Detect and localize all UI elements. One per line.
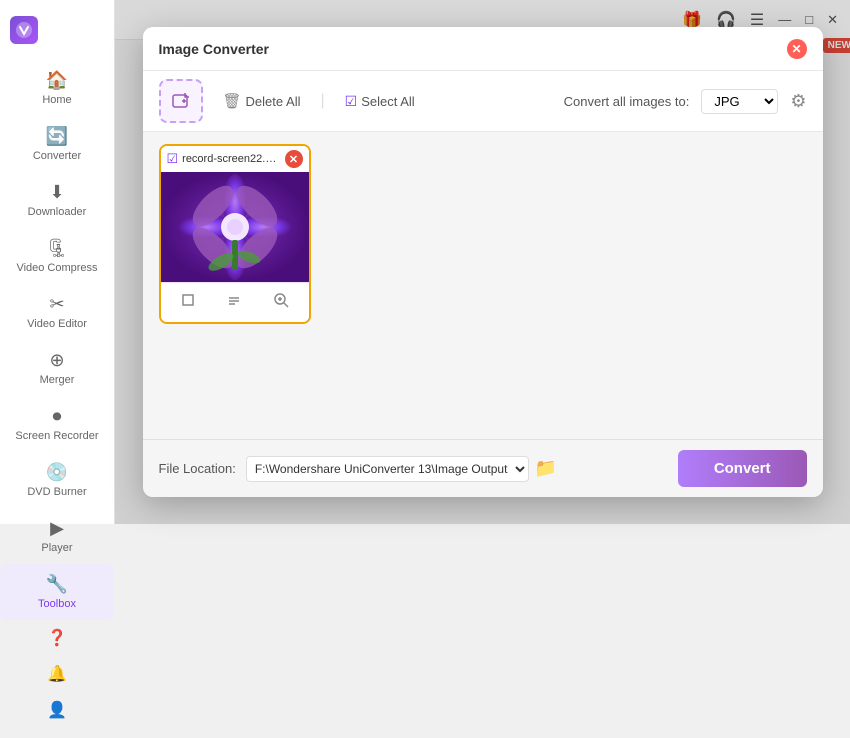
profile-icon: 👤: [47, 700, 67, 720]
sidebar-item-video-compress[interactable]: 🗜 Video Compress: [0, 228, 114, 284]
format-select[interactable]: JPG PNG BMP GIF TIFF WEBP: [701, 89, 778, 114]
zoom-icon: [272, 291, 290, 309]
modal-close-button[interactable]: ✕: [787, 39, 807, 59]
sidebar-item-player[interactable]: ▶ Player: [0, 508, 114, 564]
toolbar-separator: |: [320, 92, 324, 110]
modal-header: Image Converter ✕: [143, 27, 823, 71]
modal-title: Image Converter: [159, 41, 787, 57]
crop-icon: [179, 291, 197, 309]
video-editor-icon: ✂: [49, 294, 64, 315]
screen-recorder-icon: ⏺: [53, 406, 62, 427]
file-card: ☑ record-screen22.heic ✕: [159, 144, 311, 324]
file-thumbnail: [161, 172, 309, 282]
crop-button[interactable]: [173, 289, 203, 316]
sidebar-item-screen-recorder-label: Screen Recorder: [15, 430, 98, 442]
modal-toolbar: 🗑 Delete All | ☑ Select All Convert all …: [143, 71, 823, 132]
converter-icon: 🔄: [46, 126, 68, 147]
convert-button[interactable]: Convert: [678, 450, 807, 487]
dvd-burner-icon: 💿: [46, 462, 68, 483]
sidebar-item-video-compress-label: Video Compress: [16, 262, 97, 274]
home-icon: 🏠: [46, 70, 68, 91]
logo-icon: [10, 16, 38, 44]
sidebar: 🏠 Home 🔄 Converter ⬇ Downloader 🗜 Video …: [0, 0, 115, 524]
modal-overlay: Image Converter ✕ 🗑 Delete All: [115, 0, 850, 524]
sidebar-item-merger[interactable]: ⊕ Merger: [0, 340, 114, 396]
checkbox-icon: ☑: [345, 93, 358, 110]
file-actions: [161, 282, 309, 322]
file-location-label: File Location:: [159, 461, 236, 476]
settings-icon[interactable]: ⚙: [790, 91, 806, 112]
delete-all-button[interactable]: 🗑 Delete All: [215, 88, 309, 114]
sidebar-item-downloader-label: Downloader: [28, 206, 87, 218]
notifications-icon: 🔔: [47, 664, 67, 684]
app-logo: [0, 8, 114, 60]
toolbox-icon: 🔧: [46, 574, 68, 595]
path-container: F:\Wondershare UniConverter 13\Image Out…: [246, 456, 557, 482]
sidebar-item-notifications[interactable]: 🔔: [0, 656, 114, 692]
sidebar-item-toolbox-label: Toolbox: [38, 598, 76, 610]
file-name: record-screen22.heic: [182, 153, 280, 165]
sidebar-item-downloader[interactable]: ⬇ Downloader: [0, 172, 114, 228]
main-area: 🎁 🎧 ☰ — □ ✕ NEW Image Converter ✕: [115, 0, 850, 524]
info-button[interactable]: [219, 289, 249, 316]
merger-icon: ⊕: [49, 350, 64, 371]
folder-icon[interactable]: 📁: [535, 458, 557, 479]
file-card-header: ☑ record-screen22.heic ✕: [161, 146, 309, 172]
modal-body: ☑ record-screen22.heic ✕: [143, 132, 823, 439]
help-icon: ❓: [47, 628, 67, 648]
select-all-label: Select All: [361, 94, 414, 109]
info-icon: [225, 291, 243, 309]
sidebar-item-dvd-burner[interactable]: 💿 DVD Burner: [0, 452, 114, 508]
sidebar-item-video-editor-label: Video Editor: [27, 318, 87, 330]
sidebar-item-home[interactable]: 🏠 Home: [0, 60, 114, 116]
sidebar-item-screen-recorder[interactable]: ⏺ Screen Recorder: [0, 396, 114, 452]
sidebar-item-help[interactable]: ❓: [0, 620, 114, 656]
add-image-button[interactable]: [159, 79, 203, 123]
sidebar-item-player-label: Player: [41, 542, 72, 554]
sidebar-item-toolbox[interactable]: 🔧 Toolbox: [0, 564, 114, 620]
select-all-button[interactable]: ☑ Select All: [337, 89, 423, 114]
zoom-button[interactable]: [266, 289, 296, 316]
add-icon: [171, 91, 191, 111]
sidebar-bottom: ❓ 🔔 👤: [0, 620, 114, 738]
flower-svg: [161, 172, 309, 282]
convert-all-label: Convert all images to:: [564, 94, 690, 109]
sidebar-item-profile[interactable]: 👤: [0, 692, 114, 728]
delete-all-label: Delete All: [246, 94, 301, 109]
video-compress-icon: 🗜: [46, 238, 69, 259]
modal-footer: File Location: F:\Wondershare UniConvert…: [143, 439, 823, 497]
sidebar-item-converter-label: Converter: [33, 150, 81, 162]
delete-icon: 🗑: [223, 92, 242, 110]
path-select[interactable]: F:\Wondershare UniConverter 13\Image Out…: [246, 456, 529, 482]
sidebar-item-converter[interactable]: 🔄 Converter: [0, 116, 114, 172]
sidebar-item-merger-label: Merger: [40, 374, 75, 386]
sidebar-item-video-editor[interactable]: ✂ Video Editor: [0, 284, 114, 340]
player-icon: ▶: [50, 518, 64, 539]
file-remove-button[interactable]: ✕: [285, 150, 303, 168]
downloader-icon: ⬇: [49, 182, 64, 203]
sidebar-item-home-label: Home: [42, 94, 71, 106]
file-checkbox[interactable]: ☑: [167, 151, 179, 167]
sidebar-item-dvd-burner-label: DVD Burner: [27, 486, 86, 498]
image-converter-modal: Image Converter ✕ 🗑 Delete All: [143, 27, 823, 497]
